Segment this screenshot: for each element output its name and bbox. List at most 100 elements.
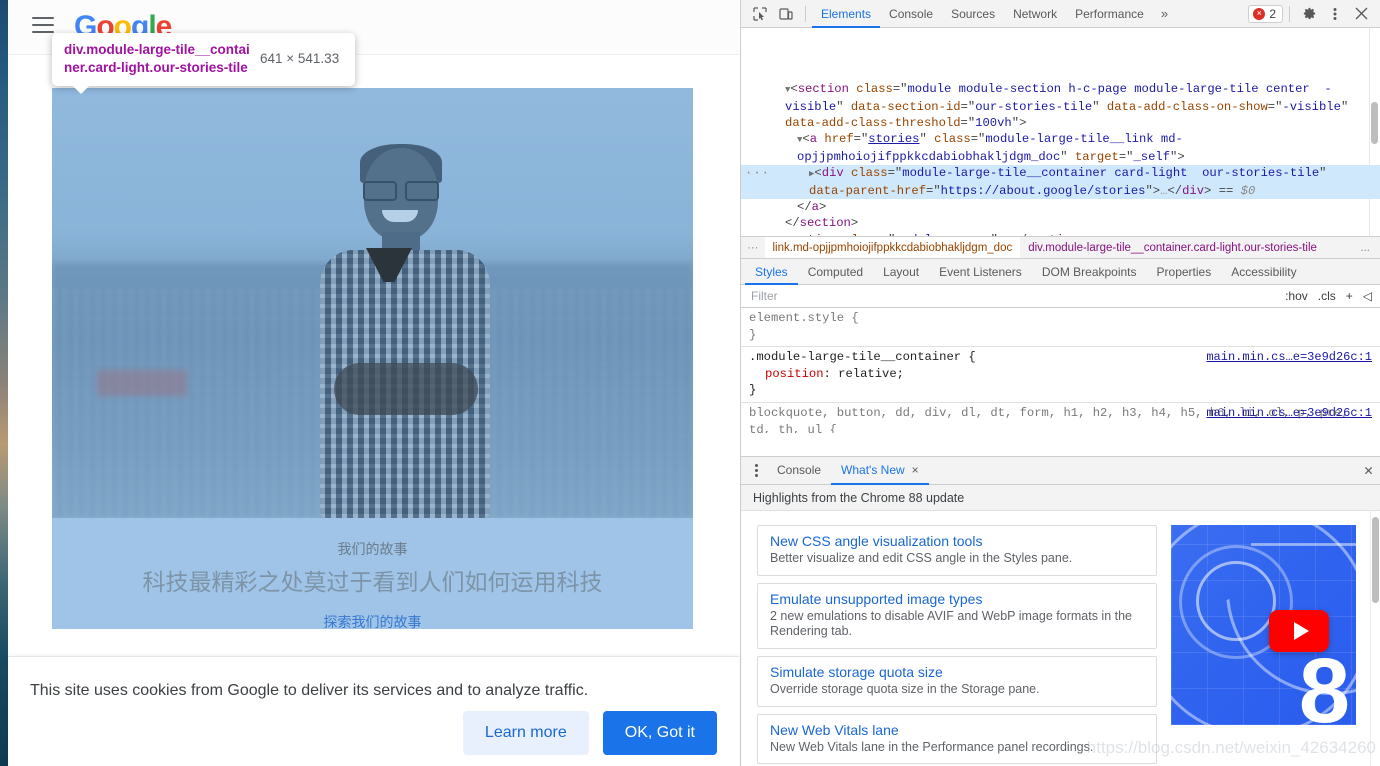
- dom-tree-node[interactable]: ▼<a href="stories" class="module-large-t…: [741, 131, 1380, 165]
- style-rule[interactable]: element.style { }: [741, 308, 1380, 348]
- inspect-element-icon[interactable]: [747, 2, 773, 26]
- dom-tree-node[interactable]: </section>: [741, 215, 1380, 231]
- tab-layout[interactable]: Layout: [873, 259, 929, 285]
- chrome-version-badge: 8: [1298, 640, 1350, 725]
- hov-toggle[interactable]: :hov: [1285, 289, 1308, 303]
- breadcrumb-overflow-end[interactable]: ...: [1352, 237, 1380, 258]
- code-token-punc: ">: [991, 233, 1006, 236]
- more-tabs-icon[interactable]: »: [1153, 6, 1176, 21]
- error-count-badge[interactable]: × 2: [1248, 4, 1283, 23]
- inspector-highlight-overlay: [52, 88, 693, 518]
- devtools-panel: Elements Console Sources Network Perform…: [740, 0, 1380, 766]
- dom-tree-node[interactable]: ··· ▶<div class="module-large-tile__conta…: [741, 165, 1380, 200]
- gear-icon[interactable]: [1296, 2, 1322, 26]
- code-token-val: -visible: [1282, 99, 1341, 114]
- style-rule[interactable]: main.min.cs…e=3e9d26c:1 .module-large-ti…: [741, 347, 1380, 403]
- whats-new-item-title[interactable]: New CSS angle visualization tools: [770, 533, 1144, 549]
- whats-new-item-description: New Web Vitals lane in the Performance p…: [770, 739, 1094, 754]
- code-token-punc: =": [960, 116, 976, 131]
- code-token-punc: ": [1092, 99, 1107, 114]
- whats-new-scrollbar-thumb[interactable]: [1372, 517, 1379, 603]
- whats-new-item-description: Override storage quota size in the Stora…: [770, 681, 1040, 696]
- youtube-play-icon[interactable]: [1269, 610, 1329, 652]
- device-toolbar-icon[interactable]: [773, 2, 799, 26]
- error-dot-icon: ×: [1253, 7, 1266, 20]
- code-token-punc: <: [802, 132, 810, 147]
- tab-styles[interactable]: Styles: [745, 259, 798, 285]
- whats-new-item[interactable]: New Web Vitals lane New Web Vitals lane i…: [757, 713, 1157, 765]
- tab-performance[interactable]: Performance: [1066, 0, 1153, 28]
- tile-eyebrow: 我们的故事: [337, 541, 408, 557]
- tab-computed[interactable]: Computed: [798, 259, 873, 285]
- menu-icon[interactable]: [32, 17, 54, 33]
- tab-accessibility[interactable]: Accessibility: [1221, 259, 1306, 285]
- styles-filter-input[interactable]: [749, 288, 1276, 304]
- styles-rules-list[interactable]: element.style { } main.min.cs…e=3e9d26c:…: [741, 308, 1380, 433]
- style-declaration[interactable]: position: relative;: [749, 366, 1372, 383]
- close-icon[interactable]: [1348, 2, 1374, 26]
- new-style-rule-button[interactable]: +: [1346, 289, 1353, 303]
- chrome-88-promo-image[interactable]: 8: [1171, 525, 1356, 725]
- code-token-lnk[interactable]: stories: [868, 132, 919, 146]
- code-token-txtg: …: [1005, 233, 1012, 236]
- dom-tree-node[interactable]: </a>: [741, 199, 1380, 215]
- code-token-val: 100vh: [975, 116, 1012, 131]
- tab-console[interactable]: Console: [880, 0, 942, 28]
- code-token-ital: $0: [1240, 183, 1256, 198]
- whats-new-item[interactable]: Emulate unsupported image types 2 new emu…: [757, 582, 1157, 649]
- tile-hero-photo: [52, 88, 693, 518]
- whats-new-item-title[interactable]: Emulate unsupported image types: [770, 591, 1144, 607]
- code-token-punc: =": [926, 183, 941, 198]
- whats-new-item-description: 2 new emulations to disable AVIF and Web…: [770, 608, 1133, 639]
- breadcrumb-item-div[interactable]: div.module-large-tile__container.card-li…: [1020, 237, 1325, 258]
- cls-toggle[interactable]: .cls: [1318, 289, 1336, 303]
- node-overflow-icon[interactable]: ···: [745, 165, 770, 181]
- kebab-menu-icon[interactable]: [1322, 2, 1348, 26]
- drawer-tab-close-icon[interactable]: ×: [912, 456, 919, 484]
- whats-new-item-title[interactable]: New Web Vitals lane: [770, 722, 1144, 738]
- style-rule-source[interactable]: main.min.cs…e=3e9d26c:1: [1206, 349, 1372, 366]
- tile-explore-link[interactable]: 探索我们的故事: [52, 612, 693, 629]
- style-rule[interactable]: main.min.cs…e=3e9d26c:1 blockquote, butt…: [741, 403, 1380, 433]
- computed-sidebar-toggle[interactable]: ◁: [1363, 289, 1372, 303]
- styles-filter-bar: :hov .cls + ◁: [741, 284, 1380, 308]
- whats-new-heading: Highlights from the Chrome 88 update: [741, 485, 1380, 511]
- drawer-tab-console-label: Console: [777, 462, 822, 477]
- tab-sources[interactable]: Sources: [942, 0, 1004, 28]
- breadcrumb-item-link[interactable]: link.md-opjjpmhoiojifppkkcdabiobhakljdgm…: [764, 237, 1021, 258]
- whats-new-body: New CSS angle visualization tools Better …: [741, 511, 1380, 766]
- cookie-consent-banner: This site uses cookies from Google to de…: [8, 656, 739, 766]
- drawer-tab-console[interactable]: Console: [767, 457, 831, 485]
- code-token-punc: >: [818, 200, 827, 215]
- code-token-punc: ": [919, 132, 935, 147]
- whats-new-item[interactable]: Simulate storage quota size Override stor…: [757, 655, 1157, 707]
- code-token-punc: =": [1267, 99, 1283, 114]
- our-stories-tile[interactable]: 我们的故事 科技最精彩之处莫过于看到人们如何运用科技 探索我们的故事: [52, 88, 693, 629]
- code-token-tag: div: [821, 166, 844, 181]
- tab-dom-breakpoints[interactable]: DOM Breakpoints: [1032, 259, 1147, 285]
- style-rule-close: }: [749, 383, 757, 398]
- tab-network[interactable]: Network: [1004, 0, 1066, 28]
- code-token-punc: <: [790, 82, 798, 97]
- drawer-menu-icon[interactable]: [745, 457, 767, 485]
- tab-elements[interactable]: Elements: [812, 0, 881, 28]
- whats-new-item[interactable]: New CSS angle visualization tools Better …: [757, 525, 1157, 576]
- tab-event-listeners[interactable]: Event Listeners: [929, 259, 1032, 285]
- tab-properties[interactable]: Properties: [1147, 259, 1222, 285]
- code-token-attr: class: [851, 166, 888, 181]
- drawer-tab-whats-new[interactable]: What's New ×: [831, 457, 929, 485]
- whats-new-scrollbar-track[interactable]: [1370, 511, 1380, 766]
- code-token-sp: [1233, 184, 1240, 198]
- dom-tree-node[interactable]: ▼<section class="module module-section h…: [741, 81, 1380, 131]
- drawer-close-icon[interactable]: ✕: [1364, 461, 1373, 480]
- whats-new-item-title[interactable]: Simulate storage quota size: [770, 664, 1144, 680]
- drawer-tab-bar: Console What's New × ✕: [741, 457, 1380, 485]
- elements-tree[interactable]: ▼<section class="module module-section h…: [741, 28, 1380, 236]
- browser-viewport: Google 我们的故事 科技最精彩之处莫过于看到人们如何运用科技 探索我们的故…: [8, 0, 739, 766]
- learn-more-button[interactable]: Learn more: [462, 711, 589, 755]
- accept-cookies-button[interactable]: OK, Got it: [602, 711, 717, 755]
- breadcrumb-overflow[interactable]: ···: [741, 237, 765, 258]
- dom-tree-node[interactable]: ▶<section class="module-spacer">…</secti…: [741, 232, 1380, 236]
- code-token-punc: </: [1167, 183, 1183, 198]
- style-rule-source[interactable]: main.min.cs…e=3e9d26c:1: [1206, 405, 1372, 422]
